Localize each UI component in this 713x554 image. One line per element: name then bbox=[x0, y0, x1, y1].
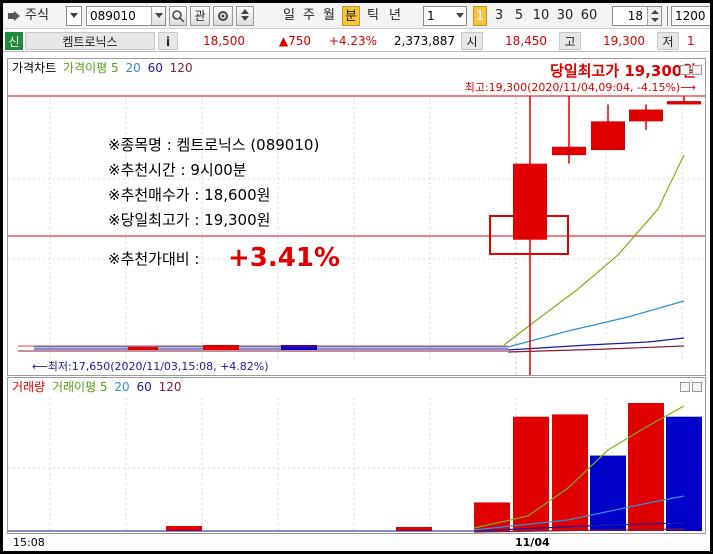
max-count-input[interactable]: 1200 bbox=[671, 6, 710, 26]
high-price: 19,300 bbox=[603, 34, 645, 48]
count-stepper[interactable]: 18 bbox=[612, 6, 662, 26]
quick-interval-30[interactable]: 30 bbox=[555, 6, 575, 26]
count-value: 18 bbox=[627, 9, 643, 23]
candle-body bbox=[591, 121, 625, 151]
credit-tag: 신 bbox=[5, 32, 23, 50]
period-minute[interactable]: 분 bbox=[342, 6, 360, 26]
quick-interval-10[interactable]: 10 bbox=[531, 6, 551, 26]
quick-interval-3[interactable]: 3 bbox=[491, 6, 507, 26]
open-price: 18,450 bbox=[505, 34, 547, 48]
prior-volume-bars bbox=[8, 526, 508, 532]
time-axis-mid: 11/04 bbox=[515, 536, 550, 549]
change-rate: +4.23% bbox=[328, 34, 377, 48]
market-dropdown[interactable] bbox=[66, 6, 82, 26]
low-label: 저 bbox=[657, 32, 679, 50]
candle-body bbox=[552, 146, 586, 156]
volume-chart-panel[interactable]: 거래량 거래이평 5 20 60 120 bbox=[7, 377, 706, 534]
period-tick[interactable]: 틱 bbox=[364, 6, 382, 26]
interval-select[interactable]: 1 bbox=[423, 6, 467, 26]
chevron-down-icon bbox=[70, 13, 78, 18]
prior-candle bbox=[128, 347, 158, 350]
close-icon bbox=[692, 65, 702, 75]
ma120-line bbox=[507, 345, 685, 353]
low-note: ⟵최저:17,650(2020/11/03,15:08, +4.82%) bbox=[32, 360, 269, 373]
max-count-value: 1200 bbox=[675, 9, 706, 23]
high-note: 최고:19,300(2020/11/04,09:04, -4.15%)⟶ bbox=[465, 81, 697, 94]
quote-bar: 신 켐트로닉스 i 18,500 ▲750 +4.23% 2,373,887 시… bbox=[3, 30, 710, 52]
compare-label: ※추천가대비 : bbox=[108, 250, 199, 268]
volume-bars bbox=[474, 403, 702, 531]
candle-body bbox=[629, 109, 663, 122]
high-label: 고 bbox=[559, 32, 581, 50]
stock-name[interactable]: 켐트로닉스 bbox=[25, 32, 155, 50]
chevron-down-icon bbox=[155, 13, 163, 18]
info-icon[interactable]: i bbox=[158, 32, 178, 50]
period-month[interactable]: 월 bbox=[320, 6, 338, 26]
toolbar: 주식 089010 관 일 주 월 분 틱 년 1 1 3 5 10 30 60… bbox=[3, 3, 710, 29]
open-label: 시 bbox=[461, 32, 483, 50]
period-year[interactable]: 년 bbox=[386, 6, 404, 26]
price-chart-panel[interactable]: 가격차트 가격이평 5 20 60 120 당일최고가 19,300원 최고:1… bbox=[7, 58, 706, 376]
info-line-4: ※당일최고가 : 19,300원 bbox=[108, 211, 270, 229]
search-icon bbox=[172, 10, 185, 23]
quick-interval-60[interactable]: 60 bbox=[579, 6, 599, 26]
spin-updown-button[interactable] bbox=[236, 6, 254, 26]
chart-window: 주식 089010 관 일 주 월 분 틱 년 1 1 3 5 10 30 60… bbox=[3, 3, 710, 551]
updown-arrows-icon bbox=[241, 9, 249, 21]
quick-interval-1[interactable]: 1 bbox=[473, 6, 487, 26]
volume-window-buttons[interactable] bbox=[678, 381, 702, 395]
prior-day-candles bbox=[18, 345, 508, 352]
volume-bar bbox=[552, 414, 588, 531]
stock-code-input[interactable]: 089010 bbox=[86, 6, 166, 26]
time-axis-left: 15:08 bbox=[13, 536, 45, 549]
code-dropdown-button[interactable] bbox=[151, 7, 165, 25]
gear-icon bbox=[218, 11, 228, 21]
period-week[interactable]: 주 bbox=[300, 6, 318, 26]
minimize-icon bbox=[680, 382, 690, 392]
volume-bar bbox=[666, 416, 702, 531]
search-button[interactable] bbox=[169, 6, 187, 26]
panel-window-buttons[interactable] bbox=[678, 64, 702, 78]
stock-code-value: 089010 bbox=[90, 9, 136, 23]
period-day[interactable]: 일 bbox=[280, 6, 298, 26]
info-line-2: ※추천시간 : 9시00분 bbox=[108, 161, 247, 179]
ma20-line bbox=[507, 300, 685, 348]
close-icon bbox=[692, 382, 702, 392]
time-axis: 15:08 11/04 bbox=[7, 535, 706, 551]
toolbar-divider bbox=[667, 6, 668, 26]
low-price: 1 bbox=[687, 34, 695, 48]
minimize-icon bbox=[680, 65, 690, 75]
watchlist-button[interactable]: 관 bbox=[190, 6, 210, 26]
volume-bar bbox=[590, 455, 626, 531]
volume-value: 2,373,887 bbox=[393, 34, 455, 48]
current-price: 18,500 bbox=[203, 34, 245, 48]
info-line-3: ※추천매수가 : 18,600원 bbox=[108, 186, 270, 204]
link-icon[interactable] bbox=[7, 9, 21, 23]
volume-bar bbox=[628, 403, 664, 531]
prior-volume-bar bbox=[396, 527, 432, 531]
compare-value: +3.41% bbox=[228, 243, 340, 273]
headline-text: 당일최고가 19,300원 bbox=[550, 62, 696, 80]
info-line-1: ※종목명 : 켐트로닉스 (089010) bbox=[108, 136, 319, 154]
prior-volume-bar bbox=[166, 526, 202, 531]
settings-button[interactable] bbox=[213, 6, 233, 26]
price-chart-svg: 당일최고가 19,300원 최고:19,300(2020/11/04,09:04… bbox=[8, 62, 705, 375]
candle-body bbox=[513, 163, 547, 240]
candle-body bbox=[667, 101, 701, 105]
market-label: 주식 bbox=[25, 8, 49, 23]
quick-interval-5[interactable]: 5 bbox=[511, 6, 527, 26]
chevron-down-icon bbox=[456, 13, 464, 18]
price-change: ▲750 bbox=[278, 34, 311, 48]
volume-chart-svg bbox=[8, 398, 705, 533]
stepper-arrows-icon[interactable] bbox=[647, 7, 661, 25]
interval-value: 1 bbox=[427, 9, 435, 23]
